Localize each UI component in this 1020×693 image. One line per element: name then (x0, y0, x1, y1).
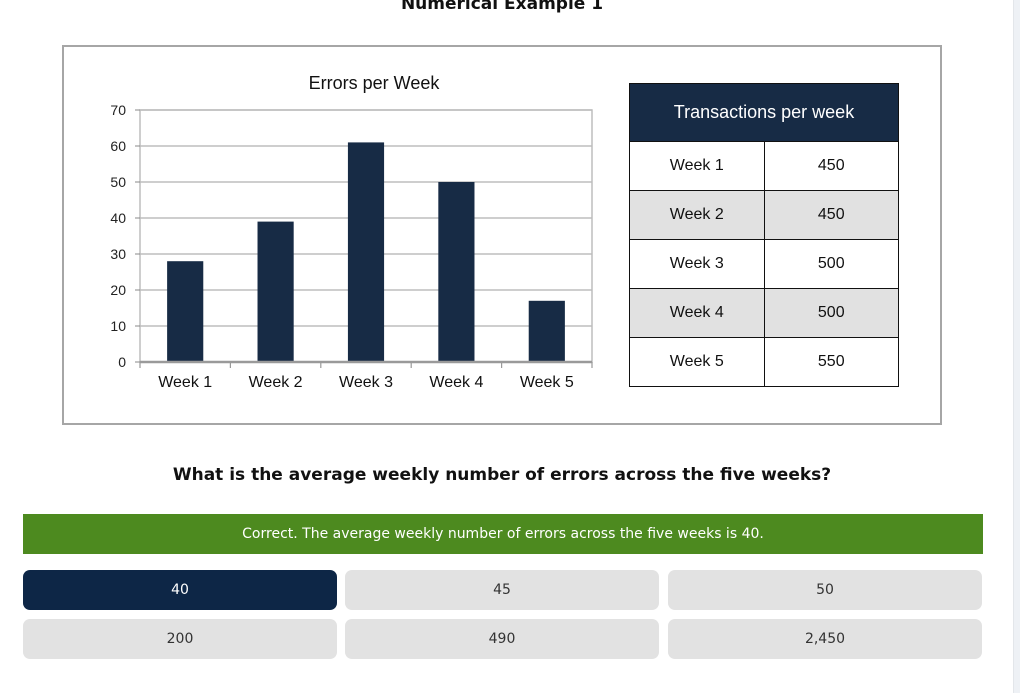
scrollbar[interactable] (1013, 0, 1020, 693)
figure-panel: Errors per Week 0 10 20 30 40 50 60 70 Week 1 Wee… (62, 45, 942, 425)
x-tick-label: Week 2 (249, 374, 303, 391)
table-cell-week: Week 2 (629, 190, 765, 240)
table-cell-value: 550 (763, 337, 899, 387)
y-tick-label: 40 (110, 210, 126, 226)
y-tick-label: 60 (110, 138, 126, 154)
x-tick-label: Week 1 (158, 374, 212, 391)
table-header: Transactions per week (629, 83, 899, 142)
answer-option-50[interactable]: 50 (668, 570, 982, 610)
question-text: What is the average weekly number of err… (172, 465, 832, 485)
bar (438, 182, 475, 362)
feedback-banner: Correct. The average weekly number of er… (23, 514, 983, 554)
errors-bar-chart: Errors per Week 0 10 20 30 40 50 60 70 Week 1 Wee… (110, 73, 593, 391)
table-row: Week 3 500 (629, 239, 899, 289)
y-tick-label: 70 (110, 102, 126, 118)
table-cell-week: Week 4 (629, 288, 765, 338)
x-tick-label: Week 4 (429, 374, 483, 391)
bar (528, 300, 565, 362)
table-row: Week 4 500 (629, 288, 899, 338)
table-cell-week: Week 3 (629, 239, 765, 289)
x-tick-label: Week 5 (520, 374, 574, 391)
answer-label: 40 (171, 582, 189, 598)
answer-option-200[interactable]: 200 (23, 619, 337, 659)
bar (257, 221, 294, 362)
answer-label: 45 (493, 582, 511, 598)
table-cell-week: Week 1 (629, 141, 765, 191)
table-cell-week: Week 5 (629, 337, 765, 387)
table-row: Week 1 450 (629, 141, 899, 191)
answer-label: 2,450 (804, 631, 846, 647)
page-title: Numerical Example 1 (400, 0, 604, 14)
answer-option-490[interactable]: 490 (345, 619, 659, 659)
transactions-table: Transactions per week Week 1 450 Week 2 … (629, 83, 899, 387)
chart-title: Errors per Week (309, 73, 441, 93)
table-row: Week 5 550 (629, 337, 899, 387)
bar (167, 261, 204, 362)
answer-label: 50 (816, 582, 834, 598)
answer-option-45[interactable]: 45 (345, 570, 659, 610)
table-cell-value: 500 (763, 288, 899, 338)
table-row: Week 2 450 (629, 190, 899, 240)
table-cell-value: 450 (763, 190, 899, 240)
y-tick-label: 10 (110, 318, 126, 334)
x-tick-label: Week 3 (339, 374, 393, 391)
y-tick-label: 0 (118, 354, 126, 370)
bar (347, 142, 385, 362)
table-cell-value: 500 (763, 239, 899, 289)
table-cell-value: 450 (763, 141, 899, 191)
answer-label: 490 (488, 631, 516, 647)
answer-label: 200 (166, 631, 194, 647)
y-tick-label: 20 (110, 282, 126, 298)
feedback-text: Correct. The average weekly number of er… (242, 526, 764, 542)
answer-option-40[interactable]: 40 (23, 570, 337, 610)
answer-option-2450[interactable]: 2,450 (668, 619, 982, 659)
y-tick-label: 30 (110, 246, 126, 262)
y-tick-label: 50 (110, 174, 126, 190)
